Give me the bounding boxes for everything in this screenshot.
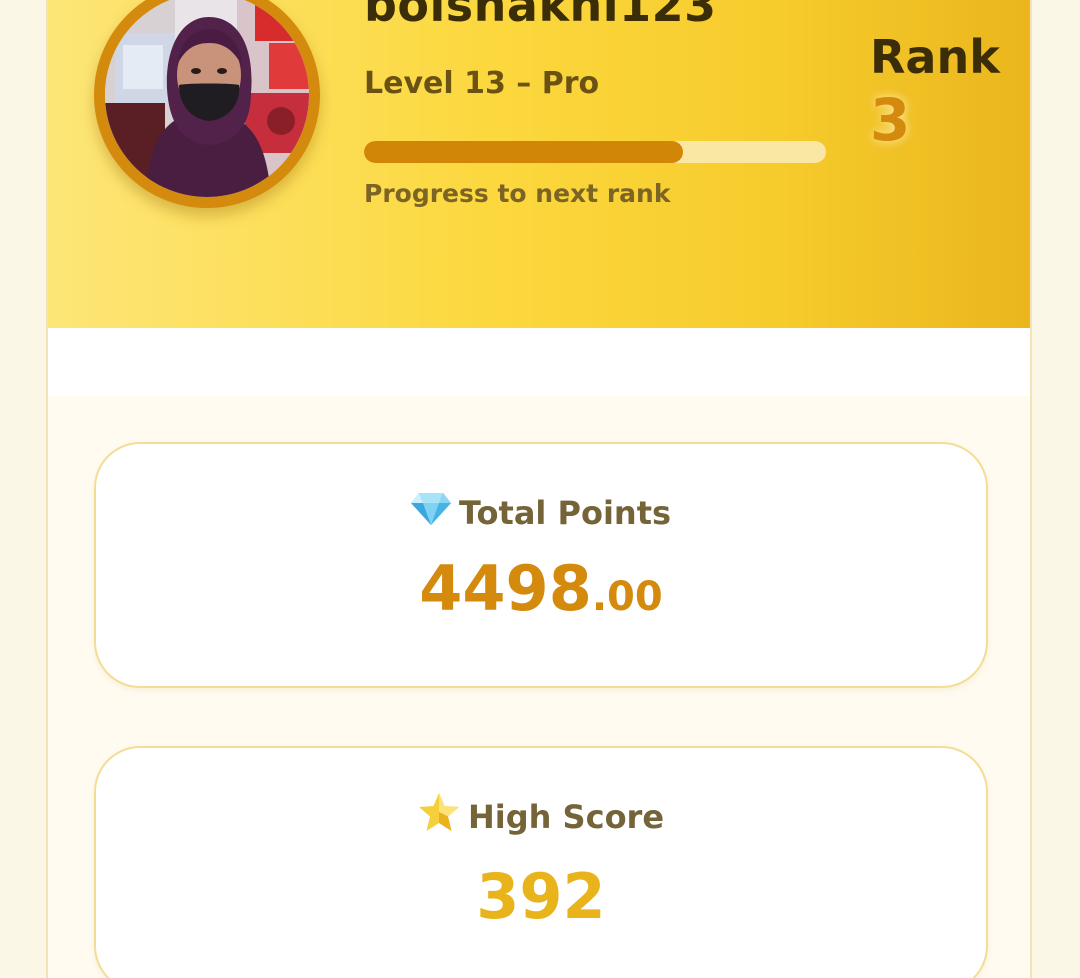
total-points-title: Total Points bbox=[96, 491, 986, 533]
rank-progress-fill bbox=[364, 141, 683, 163]
header-divider-strip bbox=[48, 328, 1030, 396]
high-score-card: High Score 392 bbox=[94, 746, 988, 978]
profile-page: boishakhi123 Level 13 – Pro Progress to … bbox=[0, 0, 1080, 978]
progress-label: Progress to next rank bbox=[364, 179, 671, 208]
total-points-decimal: .00 bbox=[591, 574, 663, 620]
total-points-label: Total Points bbox=[458, 494, 672, 532]
high-score-value: 392 bbox=[476, 860, 606, 933]
profile-header: boishakhi123 Level 13 – Pro Progress to … bbox=[48, 0, 1030, 328]
total-points-value: 4498.00 bbox=[96, 552, 986, 625]
avatar-photo bbox=[105, 0, 309, 197]
total-points-integer: 4498 bbox=[419, 552, 592, 625]
total-points-card: Total Points 4498.00 bbox=[94, 442, 988, 688]
high-score-label: High Score bbox=[467, 798, 665, 836]
level-text: Level 13 – Pro bbox=[364, 66, 600, 101]
username: boishakhi123 bbox=[364, 0, 717, 32]
high-score-title: High Score bbox=[96, 793, 986, 840]
rank-label: Rank bbox=[870, 30, 1000, 84]
rank-progress-bar bbox=[364, 141, 826, 163]
profile-card: boishakhi123 Level 13 – Pro Progress to … bbox=[46, 0, 1032, 978]
rank-value: 3 bbox=[870, 86, 911, 154]
avatar[interactable] bbox=[94, 0, 320, 208]
gem-icon bbox=[410, 491, 451, 533]
star-icon bbox=[418, 792, 460, 840]
